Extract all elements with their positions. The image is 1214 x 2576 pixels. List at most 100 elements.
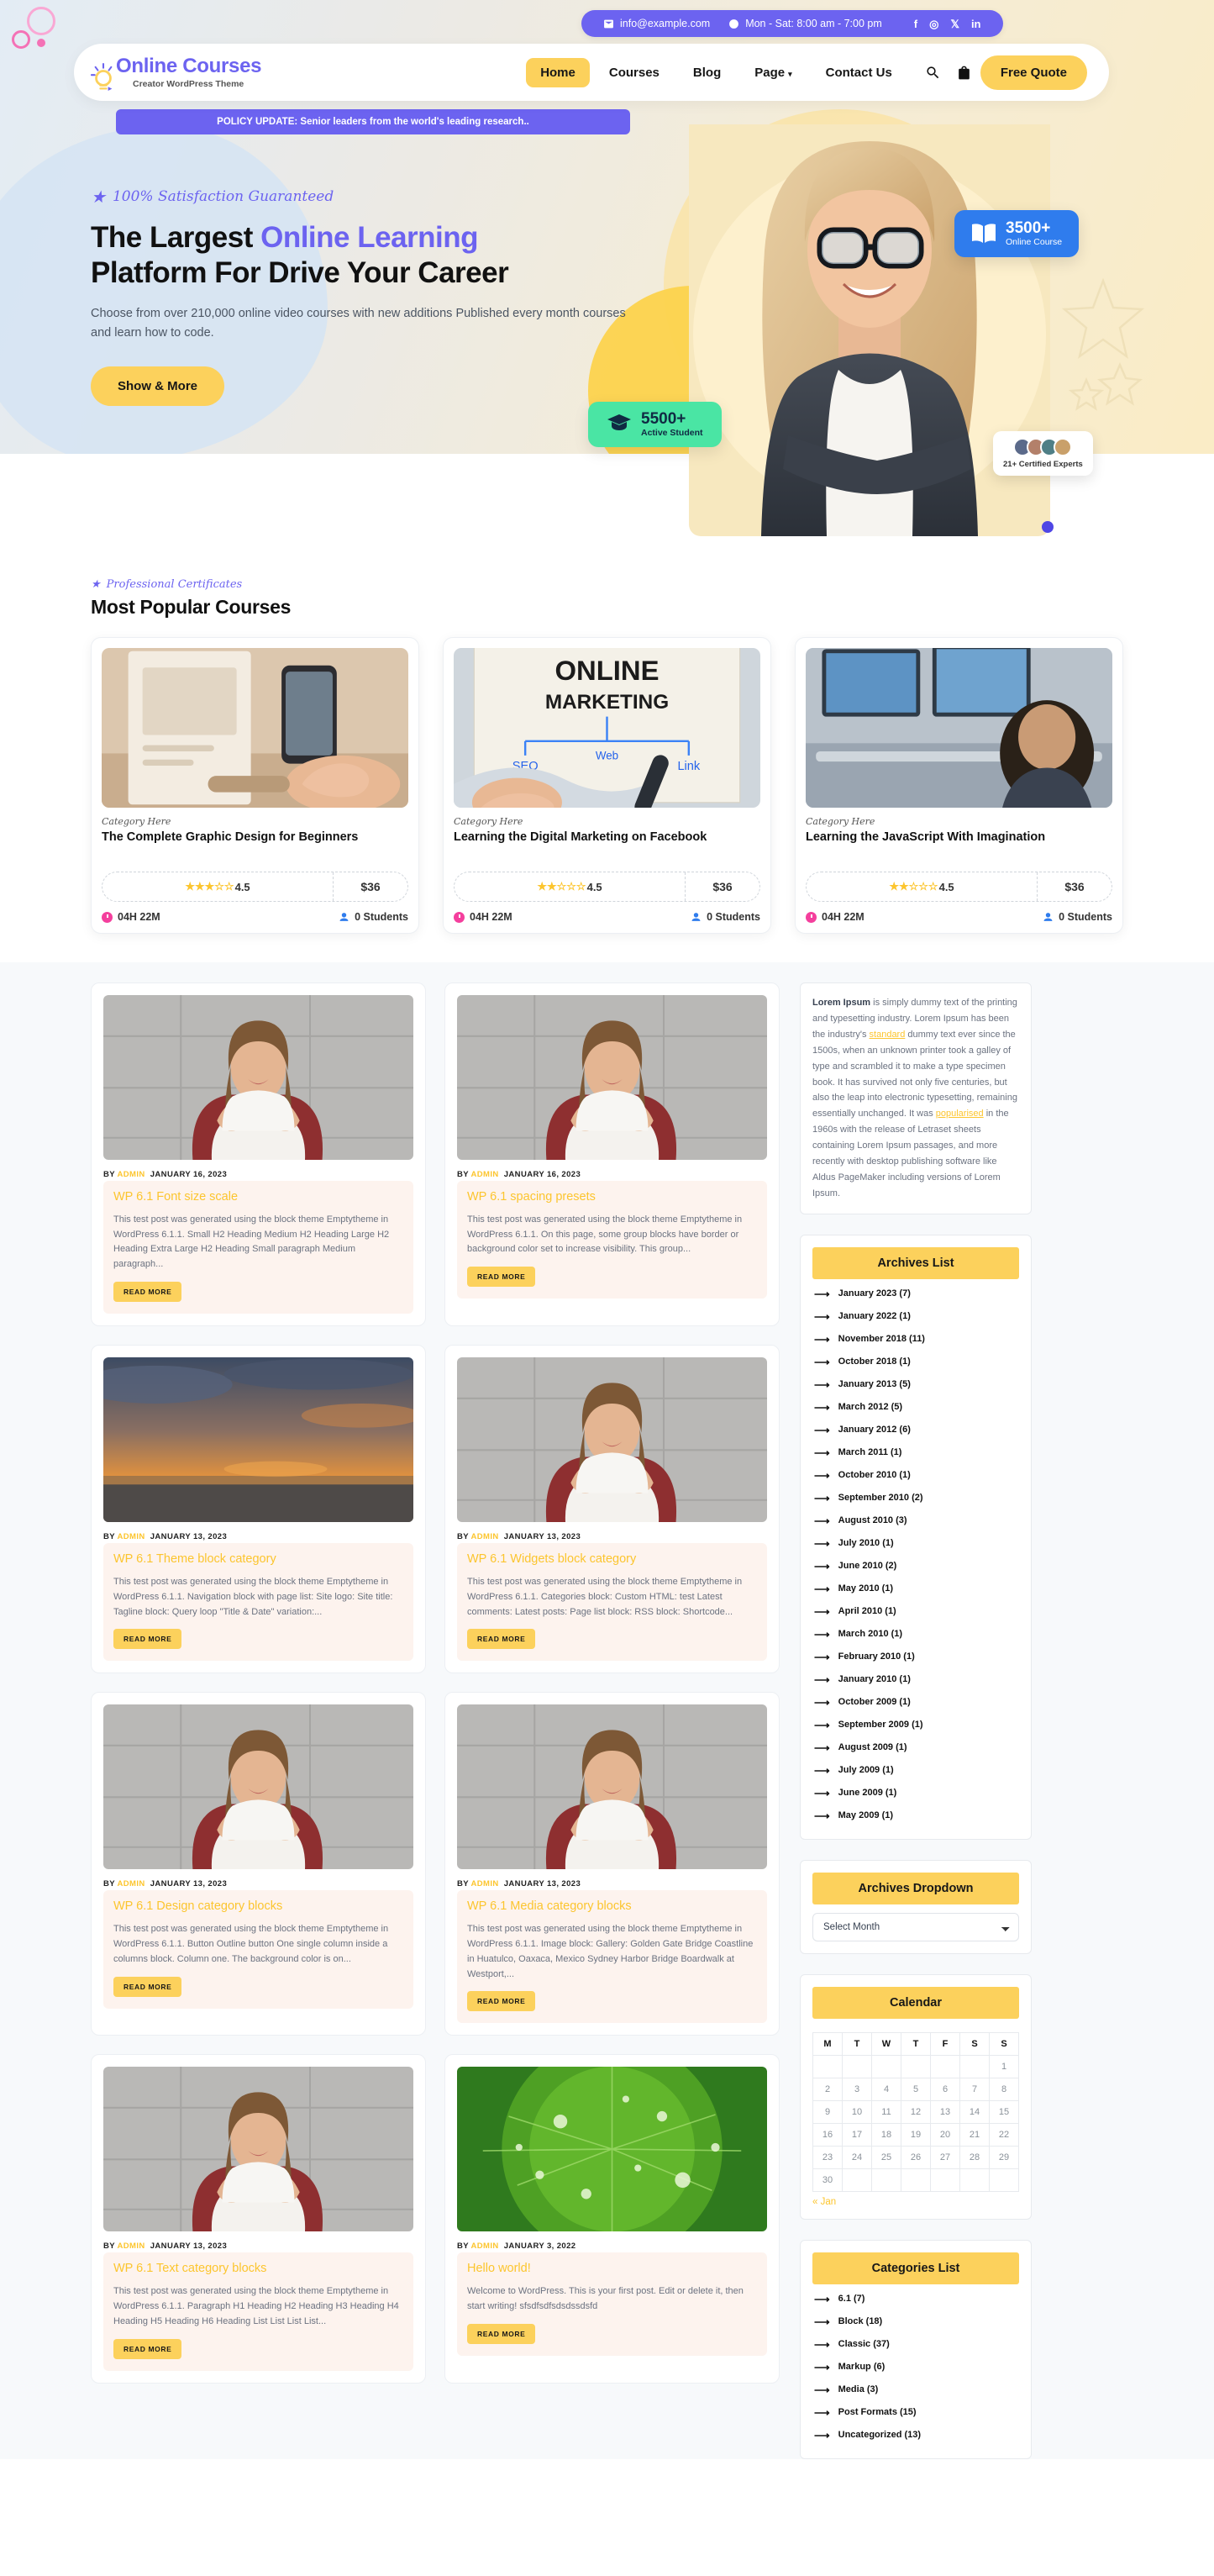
calendar-day[interactable]: 5 — [901, 2077, 931, 2101]
post-author[interactable]: ADMIN — [118, 2241, 145, 2251]
course-title[interactable]: Learning the JavaScript With Imagination — [806, 830, 1112, 863]
post-author[interactable]: ADMIN — [118, 1170, 145, 1179]
archives-list-item[interactable]: ⟶ July 2010 (1) — [812, 1532, 1019, 1555]
nav-item-contact-us[interactable]: Contact Us — [812, 58, 907, 87]
calendar-day[interactable]: 14 — [959, 2099, 990, 2124]
calendar-day[interactable]: 16 — [812, 2122, 843, 2147]
calendar-day[interactable]: 12 — [901, 2099, 931, 2124]
post-author[interactable]: ADMIN — [118, 1532, 145, 1541]
archives-list-item[interactable]: ⟶ September 2010 (2) — [812, 1487, 1019, 1509]
nav-item-courses[interactable]: Courses — [595, 58, 674, 87]
archives-list-item[interactable]: ⟶ January 2010 (1) — [812, 1668, 1019, 1691]
nav-item-blog[interactable]: Blog — [679, 58, 735, 87]
search-icon[interactable] — [925, 65, 941, 81]
course-card[interactable]: ONLINE MARKETING SEO Web Link Category H… — [443, 637, 771, 934]
post-title[interactable]: WP 6.1 Font size scale — [113, 1189, 403, 1205]
topbar-email[interactable]: info@example.com — [603, 18, 710, 29]
archives-list-item[interactable]: ⟶ June 2010 (2) — [812, 1555, 1019, 1578]
calendar-day[interactable]: 9 — [812, 2099, 843, 2124]
calendar-day[interactable]: 24 — [842, 2145, 872, 2169]
post-author[interactable]: ADMIN — [471, 1532, 499, 1541]
archives-list-item[interactable]: ⟶ May 2009 (1) — [812, 1804, 1019, 1827]
calendar-day[interactable]: 25 — [871, 2145, 901, 2169]
post-author[interactable]: ADMIN — [118, 1879, 145, 1889]
read-more-button[interactable]: READ MORE — [113, 2338, 182, 2359]
course-card[interactable]: Category Here Learning the JavaScript Wi… — [795, 637, 1123, 934]
calendar-day[interactable]: 6 — [930, 2077, 960, 2101]
read-more-button[interactable]: READ MORE — [467, 1629, 536, 1650]
post-title[interactable]: WP 6.1 Widgets block category — [467, 1551, 757, 1567]
calendar-day[interactable]: 3 — [842, 2077, 872, 2101]
free-quote-button[interactable]: Free Quote — [980, 55, 1087, 90]
facebook-icon[interactable]: f — [914, 18, 917, 29]
carousel-dot[interactable] — [1042, 521, 1054, 533]
calendar-prev-link[interactable]: « Jan — [812, 2197, 1019, 2207]
archives-list-item[interactable]: ⟶ November 2018 (11) — [812, 1328, 1019, 1351]
archives-list-item[interactable]: ⟶ May 2010 (1) — [812, 1578, 1019, 1600]
post-card[interactable]: BY ADMIN JANUARY 13, 2023 WP 6.1 Design c… — [91, 1692, 426, 2036]
post-author[interactable]: ADMIN — [471, 2241, 499, 2251]
calendar-day[interactable]: 8 — [989, 2077, 1019, 2101]
archives-list-item[interactable]: ⟶ October 2010 (1) — [812, 1464, 1019, 1487]
archives-list-item[interactable]: ⟶ March 2012 (5) — [812, 1396, 1019, 1419]
calendar-day[interactable]: 13 — [930, 2099, 960, 2124]
archives-list-item[interactable]: ⟶ October 2009 (1) — [812, 1691, 1019, 1714]
calendar-day[interactable]: 26 — [901, 2145, 931, 2169]
calendar-day[interactable]: 18 — [871, 2122, 901, 2147]
site-logo[interactable]: Online Courses Creator WordPress Theme — [91, 55, 261, 91]
categories-list-item[interactable]: ⟶ Post Formats (15) — [812, 2401, 1019, 2424]
read-more-button[interactable]: READ MORE — [113, 1976, 182, 1997]
archives-list-item[interactable]: ⟶ March 2010 (1) — [812, 1623, 1019, 1646]
calendar-day[interactable]: 22 — [989, 2122, 1019, 2147]
categories-list-item[interactable]: ⟶ Uncategorized (13) — [812, 2424, 1019, 2447]
categories-list-item[interactable]: ⟶ Media (3) — [812, 2378, 1019, 2401]
post-title[interactable]: WP 6.1 Theme block category — [113, 1551, 403, 1567]
calendar-day[interactable]: 1 — [989, 2054, 1019, 2078]
calendar-day[interactable]: 19 — [901, 2122, 931, 2147]
archives-list-item[interactable]: ⟶ February 2010 (1) — [812, 1646, 1019, 1668]
archives-list-item[interactable]: ⟶ September 2009 (1) — [812, 1714, 1019, 1736]
calendar-day[interactable]: 11 — [871, 2099, 901, 2124]
policy-update-banner[interactable]: POLICY UPDATE: Senior leaders from the w… — [116, 109, 630, 134]
shopping-bag-icon[interactable] — [956, 65, 972, 81]
show-more-button[interactable]: Show & More — [91, 366, 225, 407]
calendar-day[interactable]: 28 — [959, 2145, 990, 2169]
course-card[interactable]: Category Here The Complete Graphic Desig… — [91, 637, 419, 934]
post-card[interactable]: BY ADMIN JANUARY 13, 2023 WP 6.1 Theme bl… — [91, 1345, 426, 1674]
post-title[interactable]: WP 6.1 spacing presets — [467, 1189, 757, 1205]
nav-item-page[interactable]: Page ▾ — [740, 58, 806, 87]
calendar-day[interactable]: 2 — [812, 2077, 843, 2101]
nav-item-home[interactable]: Home — [526, 57, 590, 87]
post-title[interactable]: WP 6.1 Media category blocks — [467, 1899, 757, 1915]
calendar-day[interactable]: 15 — [989, 2099, 1019, 2124]
post-card[interactable]: BY ADMIN JANUARY 16, 2023 WP 6.1 spacing … — [444, 982, 780, 1327]
calendar-day[interactable]: 20 — [930, 2122, 960, 2147]
categories-list-item[interactable]: ⟶ 6.1 (7) — [812, 2288, 1019, 2310]
calendar-day[interactable]: 30 — [812, 2168, 843, 2192]
post-card[interactable]: BY ADMIN JANUARY 3, 2022 Hello world! Welc… — [444, 2054, 780, 2384]
archives-list-item[interactable]: ⟶ August 2010 (3) — [812, 1509, 1019, 1532]
read-more-button[interactable]: READ MORE — [113, 1282, 182, 1303]
archives-list-item[interactable]: ⟶ April 2010 (1) — [812, 1600, 1019, 1623]
archives-list-item[interactable]: ⟶ January 2022 (1) — [812, 1305, 1019, 1328]
calendar-day[interactable]: 4 — [871, 2077, 901, 2101]
archives-list-item[interactable]: ⟶ March 2011 (1) — [812, 1441, 1019, 1464]
archives-month-select[interactable]: Select Month — [812, 1912, 1019, 1941]
calendar-day[interactable]: 17 — [842, 2122, 872, 2147]
archives-list-item[interactable]: ⟶ July 2009 (1) — [812, 1759, 1019, 1782]
course-title[interactable]: Learning the Digital Marketing on Facebo… — [454, 830, 760, 863]
categories-list-item[interactable]: ⟶ Markup (6) — [812, 2356, 1019, 2378]
archives-list-item[interactable]: ⟶ June 2009 (1) — [812, 1782, 1019, 1804]
post-card[interactable]: BY ADMIN JANUARY 13, 2023 WP 6.1 Media ca… — [444, 1692, 780, 2036]
post-author[interactable]: ADMIN — [471, 1170, 499, 1179]
calendar-day[interactable]: 10 — [842, 2099, 872, 2124]
read-more-button[interactable]: READ MORE — [467, 1991, 536, 2012]
archives-list-item[interactable]: ⟶ January 2023 (7) — [812, 1283, 1019, 1305]
post-author[interactable]: ADMIN — [471, 1879, 499, 1889]
twitter-x-icon[interactable]: 𝕏 — [950, 18, 959, 29]
calendar-day[interactable]: 7 — [959, 2077, 990, 2101]
about-link-popularised[interactable]: popularised — [936, 1109, 984, 1119]
read-more-button[interactable]: READ MORE — [467, 1267, 536, 1288]
instagram-icon[interactable]: ◎ — [929, 18, 938, 29]
archives-list-item[interactable]: ⟶ August 2009 (1) — [812, 1736, 1019, 1759]
